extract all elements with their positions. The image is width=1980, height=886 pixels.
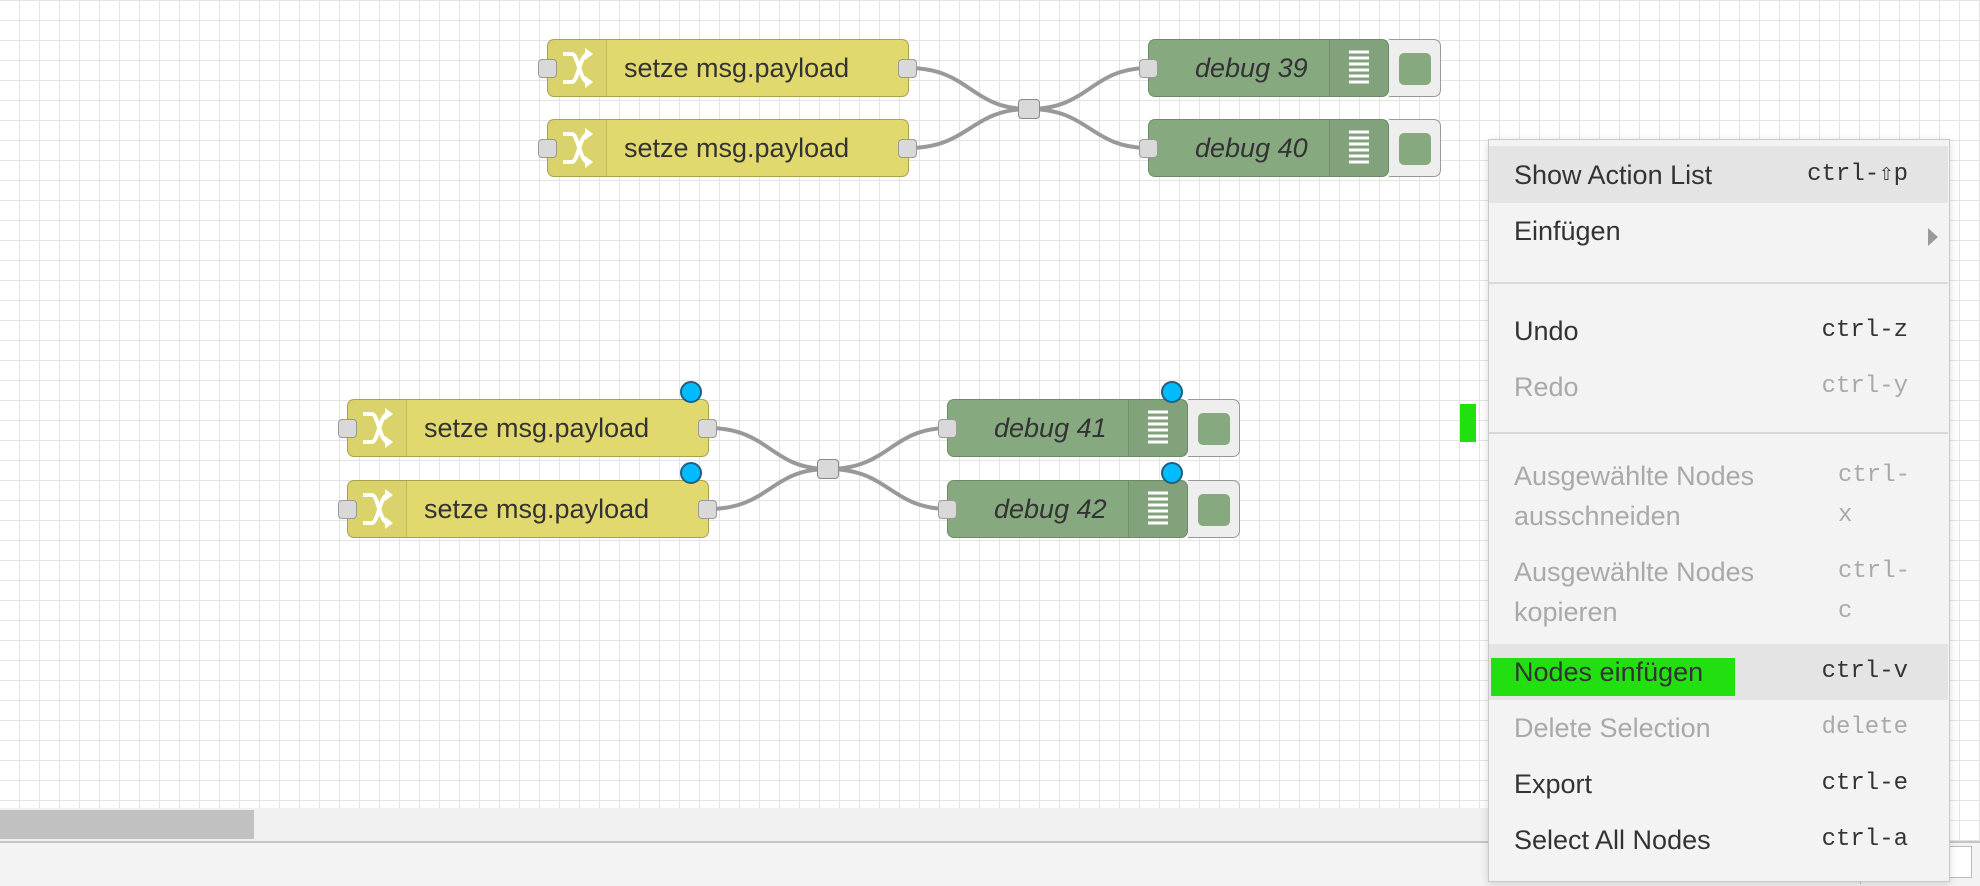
output-port[interactable] [898,59,917,78]
change-node[interactable]: setze msg.payload [347,399,709,457]
menu-item-shortcut: ctrl- c [1838,552,1911,636]
menu-item-shortcut-line: x [1838,502,1853,529]
wire[interactable] [707,426,829,471]
output-port[interactable] [698,419,717,438]
menu-item-shortcut: ctrl-⇧p [1807,160,1908,188]
menu-item-label-line: kopieren [1514,597,1618,627]
node-label: setze msg.payload [424,412,650,443]
wire[interactable] [1028,66,1150,111]
menu-item-label: Show Action List [1514,159,1713,190]
menu-divider [1489,282,1948,284]
menu-item-export[interactable]: Export ctrl-e [1489,756,1948,812]
debug-node[interactable]: debug 39 [1148,39,1389,97]
menu-item-label: Undo [1514,316,1579,346]
menu-item-delete-selection[interactable]: Delete Selection delete [1489,700,1948,756]
wire[interactable] [907,66,1030,111]
menu-item-label: Export [1514,769,1593,799]
menu-item-copy[interactable]: Ausgewählte Nodes kopieren ctrl- c [1489,552,1948,636]
menu-item-label: Select All Nodes [1514,825,1711,855]
junction-node[interactable] [817,459,839,479]
input-port[interactable] [1139,59,1158,78]
debug-node[interactable]: debug 41 [947,399,1188,457]
wire[interactable] [827,426,950,471]
output-port[interactable] [698,500,717,519]
output-port[interactable] [898,139,917,158]
node-label: debug 41 [994,412,1107,443]
debug-node[interactable]: debug 40 [1148,119,1389,177]
menu-item-shortcut: ctrl- x [1838,456,1911,540]
input-port[interactable] [338,500,357,519]
changed-indicator [1161,381,1183,403]
drop-indicator [1460,404,1476,442]
menu-item-shortcut: ctrl-v [1821,658,1908,685]
menu-item-shortcut: ctrl-e [1821,770,1908,797]
node-label: setze msg.payload [624,132,850,163]
wire[interactable] [907,107,1030,150]
menu-item-label: Nodes einfügen [1514,657,1704,687]
changed-indicator [680,462,702,484]
changed-indicator [680,381,702,403]
list-icon [1128,481,1187,537]
menu-item-label: Ausgewählte Nodes kopieren [1514,552,1774,636]
chevron-right-icon [1928,227,1938,246]
menu-item-label: Ausgewählte Nodes ausschneiden [1514,456,1774,540]
menu-item-shortcut-line: ctrl- [1838,462,1911,489]
menu-item-select-all[interactable]: Select All Nodes ctrl-a [1489,812,1948,868]
input-port[interactable] [538,139,557,158]
menu-item-label-line: Ausgewählte Nodes [1514,557,1755,587]
menu-item-redo[interactable]: Redo ctrl-y [1489,359,1948,415]
debug-node[interactable]: debug 42 [947,480,1188,538]
change-node[interactable]: setze msg.payload [547,39,909,97]
debug-toggle-button[interactable] [1389,39,1441,97]
context-menu: Show Action List ctrl-⇧p Einfügen Undo c… [1488,139,1950,882]
menu-item-label-line: ausschneiden [1514,501,1681,531]
input-port[interactable] [538,59,557,78]
wire[interactable] [1028,107,1150,150]
node-label: debug 42 [994,493,1107,524]
wire[interactable] [707,467,829,511]
menu-item-cut[interactable]: Ausgewählte Nodes ausschneiden ctrl- x [1489,456,1948,540]
menu-item-shortcut-line: c [1838,598,1853,625]
menu-item-einfuegen[interactable]: Einfügen [1489,203,1948,259]
junction-node[interactable] [1018,99,1040,119]
debug-toggle-button[interactable] [1188,399,1240,457]
changed-indicator [1161,462,1183,484]
menu-item-undo[interactable]: Undo ctrl-z [1489,303,1948,359]
input-port[interactable] [938,500,957,519]
menu-item-shortcut: delete [1821,714,1908,741]
menu-item-shortcut: ctrl-y [1821,373,1908,400]
menu-item-shortcut-line: ctrl- [1838,558,1911,585]
menu-item-shortcut: ctrl-a [1821,826,1908,853]
menu-divider [1489,432,1948,434]
node-label: setze msg.payload [424,493,650,524]
menu-item-label: Einfügen [1514,216,1621,246]
menu-item-shortcut: ctrl-z [1821,317,1908,344]
list-icon [1329,40,1388,96]
menu-item-label: Delete Selection [1514,713,1711,743]
scrollbar-thumb[interactable] [0,810,254,839]
input-port[interactable] [938,419,957,438]
input-port[interactable] [338,419,357,438]
menu-item-label: Redo [1514,372,1579,402]
menu-item-label-line: Ausgewählte Nodes [1514,461,1755,491]
input-port[interactable] [1139,139,1158,158]
debug-toggle-button[interactable] [1188,480,1240,538]
node-label: debug 39 [1195,52,1308,83]
change-node[interactable]: setze msg.payload [547,119,909,177]
menu-item-show-action-list[interactable]: Show Action List ctrl-⇧p [1489,146,1948,203]
list-icon [1128,400,1187,456]
debug-toggle-button[interactable] [1389,119,1441,177]
list-icon [1329,120,1388,176]
node-label: setze msg.payload [624,52,850,83]
node-label: debug 40 [1195,132,1308,163]
wire[interactable] [827,467,950,511]
menu-item-paste-nodes[interactable]: Nodes einfügen ctrl-v [1489,644,1948,700]
change-node[interactable]: setze msg.payload [347,480,709,538]
